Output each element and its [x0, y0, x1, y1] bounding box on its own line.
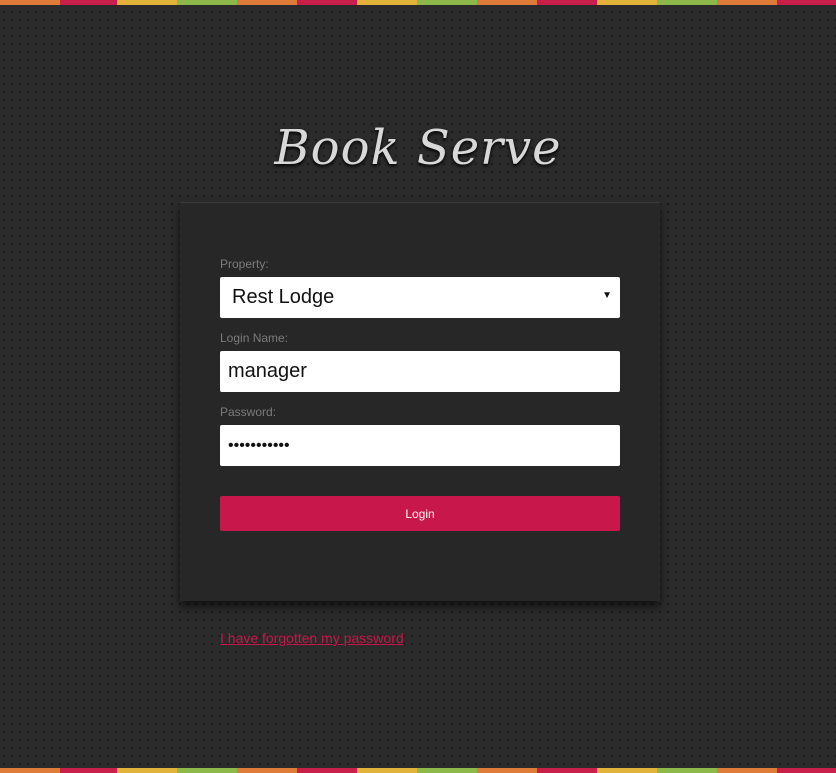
- bottom-color-stripe: [0, 768, 836, 773]
- login-name-input[interactable]: manager: [220, 351, 620, 392]
- property-label: Property:: [220, 257, 269, 271]
- property-select[interactable]: Rest Lodge ▼: [220, 277, 620, 318]
- property-select-value: Rest Lodge: [232, 286, 335, 308]
- login-button[interactable]: Login: [220, 496, 620, 531]
- top-color-stripe: [0, 0, 836, 5]
- password-input[interactable]: •••••••••••: [220, 425, 620, 466]
- login-name-value: manager: [228, 360, 307, 382]
- password-value: •••••••••••: [228, 436, 290, 454]
- caret-down-icon: ▼: [602, 290, 612, 301]
- password-label: Password:: [220, 405, 277, 419]
- login-card: Property: Rest Lodge ▼ Login Name: manag…: [180, 202, 660, 601]
- login-name-label: Login Name:: [220, 331, 289, 345]
- forgot-password-link[interactable]: I have forgotten my password: [220, 630, 404, 646]
- brand-logo: Book Serve: [274, 120, 562, 176]
